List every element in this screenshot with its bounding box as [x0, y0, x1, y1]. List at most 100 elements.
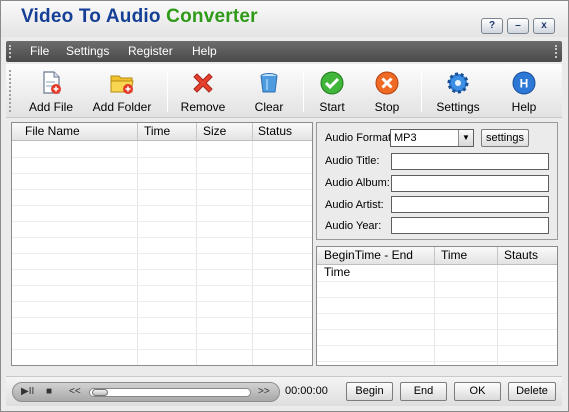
column-begin-end-time[interactable]: BeginTime - End Time	[317, 247, 435, 279]
stop-playback-button[interactable]: ■	[46, 385, 52, 399]
delete-button[interactable]: Delete	[508, 382, 556, 401]
format-settings-button[interactable]: settings	[481, 129, 529, 147]
audio-title-input[interactable]	[391, 153, 549, 170]
toolbar-separator	[303, 70, 304, 112]
media-player: ▶II ■ << >>	[12, 382, 280, 402]
settings-button[interactable]: Settings	[433, 70, 483, 116]
column-segment-status[interactable]: Stauts	[498, 247, 557, 265]
grid-row-line	[12, 285, 312, 286]
help-button[interactable]: H Help	[506, 70, 542, 116]
start-button[interactable]: Start	[314, 70, 350, 116]
audio-album-input[interactable]	[391, 175, 549, 192]
settings-label: Settings	[436, 100, 480, 114]
add-file-button[interactable]: Add File	[26, 70, 76, 116]
app-window: Video To Audio Converter ? – x File Sett…	[0, 0, 569, 412]
column-status[interactable]: Status	[253, 123, 312, 141]
audio-title-label: Audio Title:	[325, 155, 380, 167]
menu-bar: File Settings Register Help	[6, 41, 562, 62]
rewind-button[interactable]: <<	[69, 385, 81, 399]
audio-album-label: Audio Album:	[325, 177, 390, 189]
grid-row-line	[317, 329, 557, 330]
column-time[interactable]: Time	[138, 123, 197, 141]
add-file-label: Add File	[28, 100, 74, 114]
start-icon	[320, 71, 344, 95]
playback-timecode: 00:00:00	[285, 385, 328, 397]
close-button[interactable]: x	[533, 18, 555, 34]
menu-grip-left	[9, 45, 11, 58]
add-file-icon	[43, 71, 61, 94]
menu-help[interactable]: Help	[192, 44, 217, 58]
forward-button[interactable]: >>	[258, 385, 270, 399]
grid-row-line	[317, 345, 557, 346]
grid-row-line	[12, 317, 312, 318]
menu-register[interactable]: Register	[128, 44, 173, 58]
grid-row-line	[12, 269, 312, 270]
menu-grip-right	[555, 45, 557, 58]
grid-row-line	[317, 281, 557, 282]
help-window-button[interactable]: ?	[481, 18, 503, 34]
column-segment-time[interactable]: Time	[435, 247, 498, 265]
svg-text:H: H	[520, 77, 529, 91]
clear-label: Clear	[254, 100, 284, 114]
grid-row-line	[12, 237, 312, 238]
toolbar-separator	[421, 70, 422, 112]
play-pause-button[interactable]: ▶II	[21, 385, 34, 399]
remove-label: Remove	[180, 100, 226, 114]
remove-icon	[193, 73, 213, 93]
add-folder-icon	[110, 75, 134, 94]
seek-track[interactable]	[89, 388, 251, 397]
grid-row-line	[12, 205, 312, 206]
grid-row-line	[317, 313, 557, 314]
minimize-button[interactable]: –	[507, 18, 529, 34]
audio-artist-input[interactable]	[391, 196, 549, 213]
ok-button[interactable]: OK	[454, 382, 501, 401]
toolbar: Add File Add Folder Remove Clear Start S…	[6, 64, 562, 118]
begin-button[interactable]: Begin	[346, 382, 393, 401]
title-part-2: Converter	[166, 6, 258, 27]
help-label: Help	[511, 100, 537, 114]
audio-format-select[interactable]: MP3 ▼	[390, 129, 474, 147]
column-file-name[interactable]: File Name	[12, 123, 138, 141]
time-segment-list[interactable]: BeginTime - End Time Time Stauts	[316, 246, 558, 366]
audio-format-label: Audio Format	[325, 132, 392, 144]
settings-gear-icon	[447, 72, 469, 94]
grid-row-line	[12, 221, 312, 222]
help-icon: H	[512, 71, 536, 95]
clear-icon	[260, 73, 278, 93]
seek-slider-thumb[interactable]	[92, 389, 108, 396]
title-bar[interactable]: Video To Audio Converter ? – x	[1, 1, 568, 37]
grid-row-line	[12, 189, 312, 190]
bottom-bar: ▶II ■ << >> 00:00:00 Begin End OK Delete	[6, 376, 562, 406]
start-label: Start	[319, 100, 345, 114]
end-button[interactable]: End	[400, 382, 447, 401]
audio-properties-panel: Audio Format MP3 ▼ settings Audio Title:…	[316, 122, 558, 240]
grid-row-line	[12, 349, 312, 350]
menu-file[interactable]: File	[30, 44, 49, 58]
audio-artist-label: Audio Artist:	[325, 199, 384, 211]
audio-year-input[interactable]	[391, 217, 549, 234]
grid-row-line	[12, 173, 312, 174]
file-list[interactable]: File Name Time Size Status	[11, 122, 313, 366]
stop-label: Stop	[374, 100, 400, 114]
remove-button[interactable]: Remove	[177, 70, 229, 116]
toolbar-grip	[9, 70, 11, 112]
clear-button[interactable]: Clear	[249, 70, 289, 116]
stop-icon	[375, 71, 399, 95]
grid-row-line	[12, 301, 312, 302]
menu-settings[interactable]: Settings	[66, 44, 109, 58]
grid-row-line	[317, 361, 557, 362]
column-size[interactable]: Size	[197, 123, 253, 141]
toolbar-separator	[167, 70, 168, 112]
add-folder-label: Add Folder	[92, 100, 152, 114]
grid-row-line	[12, 253, 312, 254]
window-title: Video To Audio Converter	[21, 6, 258, 28]
stop-button[interactable]: Stop	[369, 70, 405, 116]
grid-row-line	[12, 157, 312, 158]
add-folder-button[interactable]: Add Folder	[88, 70, 156, 116]
title-part-1: Video To Audio	[21, 6, 161, 27]
audio-year-label: Audio Year:	[325, 220, 382, 232]
chevron-down-icon[interactable]: ▼	[458, 130, 473, 146]
grid-row-line	[12, 333, 312, 334]
grid-row-line	[317, 297, 557, 298]
audio-format-value: MP3	[394, 132, 417, 144]
